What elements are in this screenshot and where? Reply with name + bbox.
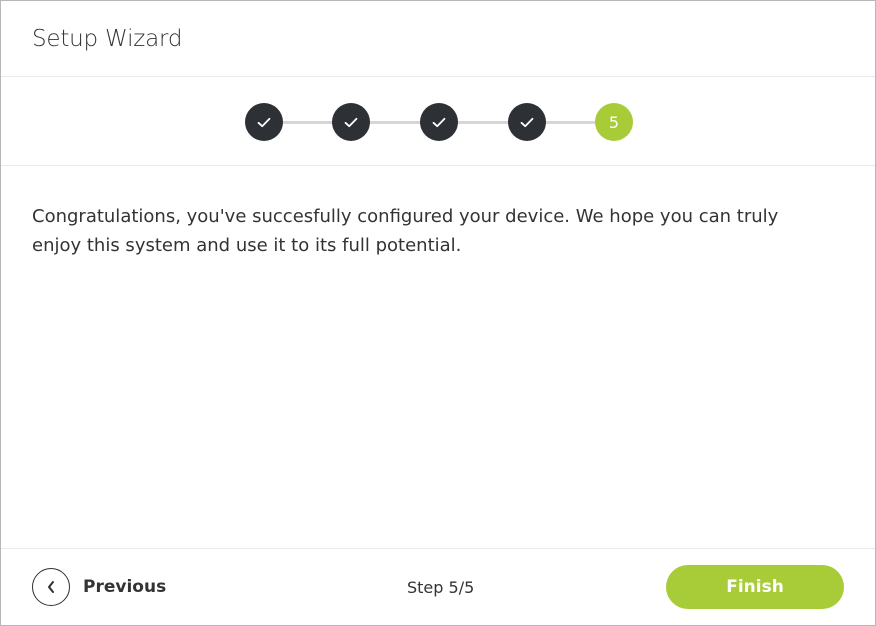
previous-label[interactable]: Previous <box>83 577 166 597</box>
wizard-stepper: 5 <box>1 77 875 166</box>
step-3-indicator <box>420 103 458 141</box>
check-icon <box>257 117 271 127</box>
step-4-indicator <box>508 103 546 141</box>
step-2-indicator <box>332 103 370 141</box>
step-5-number: 5 <box>608 112 620 132</box>
wizard-header: Setup Wizard <box>1 1 875 77</box>
wizard-footer: Previous Step 5/5 Finish <box>1 548 875 625</box>
step-counter: Step 5/5 <box>407 578 475 597</box>
step-5-indicator: 5 <box>595 103 633 141</box>
finish-button[interactable]: Finish <box>666 565 844 609</box>
chevron-left-icon <box>48 581 54 593</box>
check-icon <box>344 117 358 127</box>
previous-circle[interactable] <box>32 568 70 606</box>
wizard-content: Congratulations, you've succesfully conf… <box>1 166 875 550</box>
completion-message: Congratulations, you've succesfully conf… <box>32 206 779 256</box>
setup-wizard-dialog: Setup Wizard 5 Congratulations, you've s… <box>0 0 876 626</box>
check-icon <box>432 117 446 127</box>
page-title: Setup Wizard <box>32 25 183 52</box>
step-1-indicator <box>245 103 283 141</box>
check-icon <box>520 117 534 127</box>
previous-button[interactable]: Previous <box>32 568 166 606</box>
